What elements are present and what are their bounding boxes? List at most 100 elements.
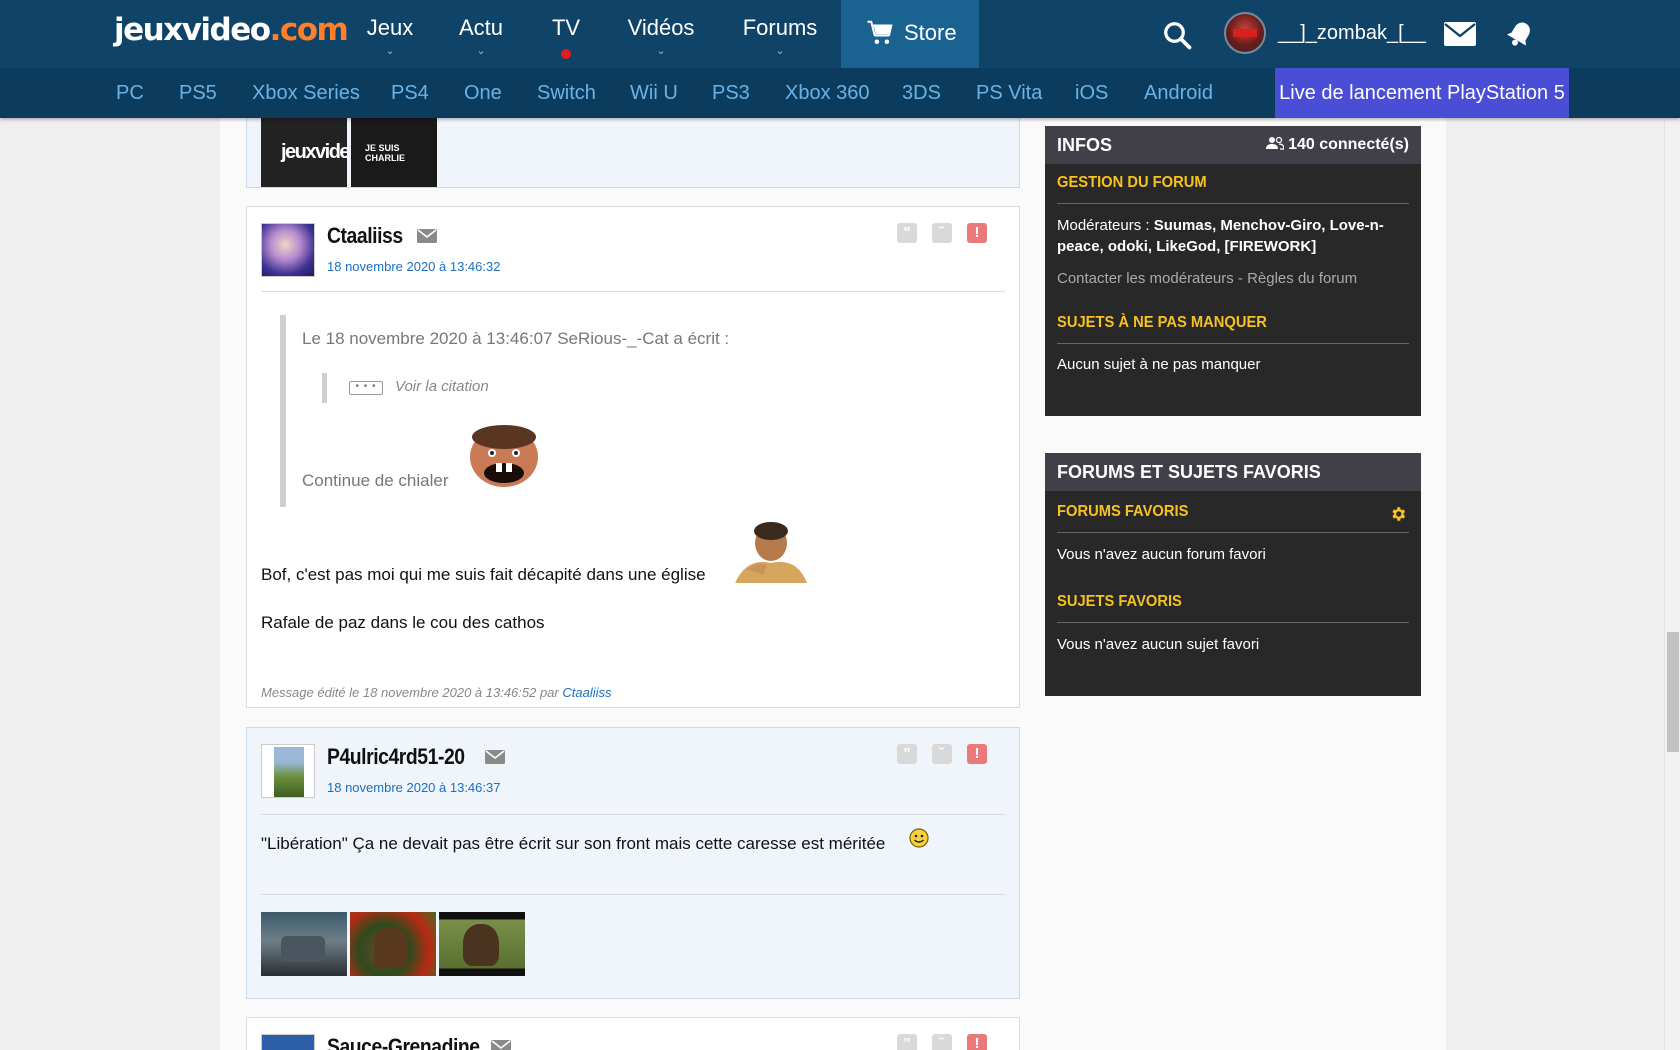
alert-icon[interactable]: !: [967, 744, 987, 764]
image-detail: [281, 936, 325, 962]
platform-ps4[interactable]: PS4: [391, 82, 429, 105]
contact-moderators-link[interactable]: Contacter les modérateurs - Règles du fo…: [1057, 268, 1409, 289]
platform-wii-u[interactable]: Wii U: [630, 82, 678, 105]
chevron-down-icon: ⌄: [656, 45, 666, 57]
platform-xbox-series[interactable]: Xbox Series: [252, 82, 360, 105]
bell-icon[interactable]: [1503, 17, 1537, 51]
scrollbar[interactable]: [1664, 0, 1680, 1050]
forum-post: P4ulric4rd51-20 18 novembre 2020 à 13:46…: [246, 727, 1020, 999]
edit-notice: Message édité le 18 novembre 2020 à 13:4…: [261, 685, 612, 700]
store-label: Store: [904, 20, 957, 45]
platform-xbox-360[interactable]: Xbox 360: [785, 82, 870, 105]
author-avatar[interactable]: [261, 223, 315, 277]
mail-icon[interactable]: [485, 750, 505, 764]
platform-pc[interactable]: PC: [116, 82, 144, 105]
nested-quote: • • • Voir la citation: [322, 373, 489, 403]
avatar-image: [262, 1035, 314, 1050]
section-title: GESTION DU FORUM: [1057, 174, 1207, 191]
divider: [261, 291, 1005, 292]
moderators-list: Modérateurs : Suumas, Menchov-Giro, Love…: [1057, 217, 1384, 255]
post-text: "Libération" Ça ne devait pas être écrit…: [261, 834, 886, 853]
quote-icon[interactable]: ": [897, 744, 917, 764]
expand-quote-button[interactable]: • • •: [349, 381, 383, 395]
post-author[interactable]: P4ulric4rd51-20: [327, 744, 465, 770]
quote-text: Continue de chialer: [302, 471, 449, 490]
panel-title: INFOS: [1057, 135, 1113, 155]
platform-ps5[interactable]: PS5: [179, 82, 217, 105]
platform-ios[interactable]: iOS: [1075, 82, 1108, 105]
post-image-thumb[interactable]: JE SUIS CHARLIE: [351, 115, 437, 187]
author-avatar[interactable]: [261, 744, 315, 798]
nav-actu-label: Actu: [458, 15, 504, 40]
sticker-image: [462, 423, 546, 487]
quote-header: Le 18 novembre 2020 à 13:46:07 SeRious-_…: [302, 329, 730, 348]
divider: [1057, 203, 1409, 204]
quote-block: Le 18 novembre 2020 à 13:46:07 SeRious-_…: [280, 315, 980, 507]
divider: [1057, 532, 1409, 533]
nav-tv-label: TV: [551, 15, 581, 40]
favorites-panel: FORUMS ET SUJETS FAVORIS FORUMS FAVORIS …: [1045, 453, 1421, 696]
divider: [261, 894, 1005, 895]
post-text: Bof, c'est pas moi qui me suis fait déca…: [261, 565, 706, 584]
section-title: SUJETS FAVORIS: [1057, 593, 1182, 610]
image-detail: [374, 928, 408, 968]
chevron-down-icon: ⌄: [385, 45, 395, 57]
nav-videos[interactable]: Vidéos ⌄: [627, 0, 695, 68]
author-avatar[interactable]: [261, 1034, 315, 1050]
post-author[interactable]: Ctaaliiss: [327, 223, 403, 249]
forums-text: Vous n'avez aucun forum favori: [1057, 546, 1266, 563]
post-date[interactable]: 18 novembre 2020 à 13:46:32: [327, 259, 500, 274]
nav-jeux[interactable]: Jeux ⌄: [360, 0, 420, 68]
alert-icon[interactable]: !: [967, 1034, 987, 1050]
quote-icon[interactable]: ": [897, 223, 917, 243]
live-playstation-button[interactable]: Live de lancement PlayStation 5: [1275, 68, 1569, 118]
site-logo[interactable]: jeuxvideo.com: [114, 12, 349, 48]
post-image-thumb[interactable]: [350, 912, 436, 976]
platform-one[interactable]: One: [464, 82, 502, 105]
post-actions: " ˘ !: [897, 1034, 1007, 1050]
mail-icon[interactable]: [1443, 20, 1477, 48]
user-avatar[interactable]: [1224, 12, 1266, 54]
sujets-text: Aucun sujet à ne pas manquer: [1057, 356, 1261, 373]
nav-actu[interactable]: Actu ⌄: [455, 0, 507, 68]
post-image-thumb[interactable]: jeuxvideo.c: [261, 115, 347, 187]
online-count: 140 connecté(s): [1265, 126, 1409, 164]
platform-ps-vita[interactable]: PS Vita: [976, 82, 1042, 105]
avatar-banner: [1233, 29, 1257, 37]
post-image-thumb[interactable]: [261, 912, 347, 976]
platform-ps3[interactable]: PS3: [712, 82, 750, 105]
nav-forums-label: Forums: [742, 15, 818, 40]
forum-post: Ctaaliiss 18 novembre 2020 à 13:46:32 " …: [246, 206, 1020, 708]
top-navigation: jeuxvideo.com Jeux ⌄ Actu ⌄ TV Vidéos ⌄ …: [0, 0, 1680, 68]
post-author[interactable]: Sauce-Grenadine: [327, 1034, 480, 1050]
avatar-image: [262, 224, 314, 276]
nav-jeux-label: Jeux: [366, 15, 414, 40]
search-icon[interactable]: [1162, 20, 1192, 50]
chevron-down-icon: ⌄: [775, 45, 785, 57]
quote-icon[interactable]: ": [897, 1034, 917, 1050]
post-image-thumb[interactable]: [439, 912, 525, 976]
nav-tv[interactable]: TV: [550, 0, 582, 68]
sujets-favoris-text: Vous n'avez aucun sujet favori: [1057, 636, 1260, 653]
post-date[interactable]: 18 novembre 2020 à 13:46:37: [327, 780, 500, 795]
store-button[interactable]: Store: [841, 0, 979, 68]
scrollbar-thumb[interactable]: [1667, 632, 1679, 752]
platform-3ds[interactable]: 3DS: [902, 82, 941, 105]
sad-icon[interactable]: ˘: [932, 1034, 952, 1050]
platform-android[interactable]: Android: [1144, 82, 1213, 105]
platform-switch[interactable]: Switch: [537, 82, 596, 105]
mail-icon[interactable]: [417, 229, 437, 243]
panel-header: INFOS 140 connecté(s): [1045, 126, 1421, 164]
alert-icon[interactable]: !: [967, 223, 987, 243]
voir-citation-link[interactable]: Voir la citation: [395, 378, 489, 395]
sad-icon[interactable]: ˘: [932, 223, 952, 243]
edited-by-link[interactable]: Ctaaliiss: [562, 685, 611, 700]
mail-icon[interactable]: [491, 1040, 511, 1050]
forum-post: Sauce-Grenadine " ˘ !: [246, 1017, 1020, 1050]
gear-icon[interactable]: [1389, 505, 1407, 523]
nav-forums[interactable]: Forums ⌄: [742, 0, 818, 68]
sticker-image: [727, 519, 809, 583]
sad-icon[interactable]: ˘: [932, 744, 952, 764]
username[interactable]: __]_zombak_[__: [1278, 22, 1426, 45]
nav-videos-label: Vidéos: [627, 15, 695, 40]
